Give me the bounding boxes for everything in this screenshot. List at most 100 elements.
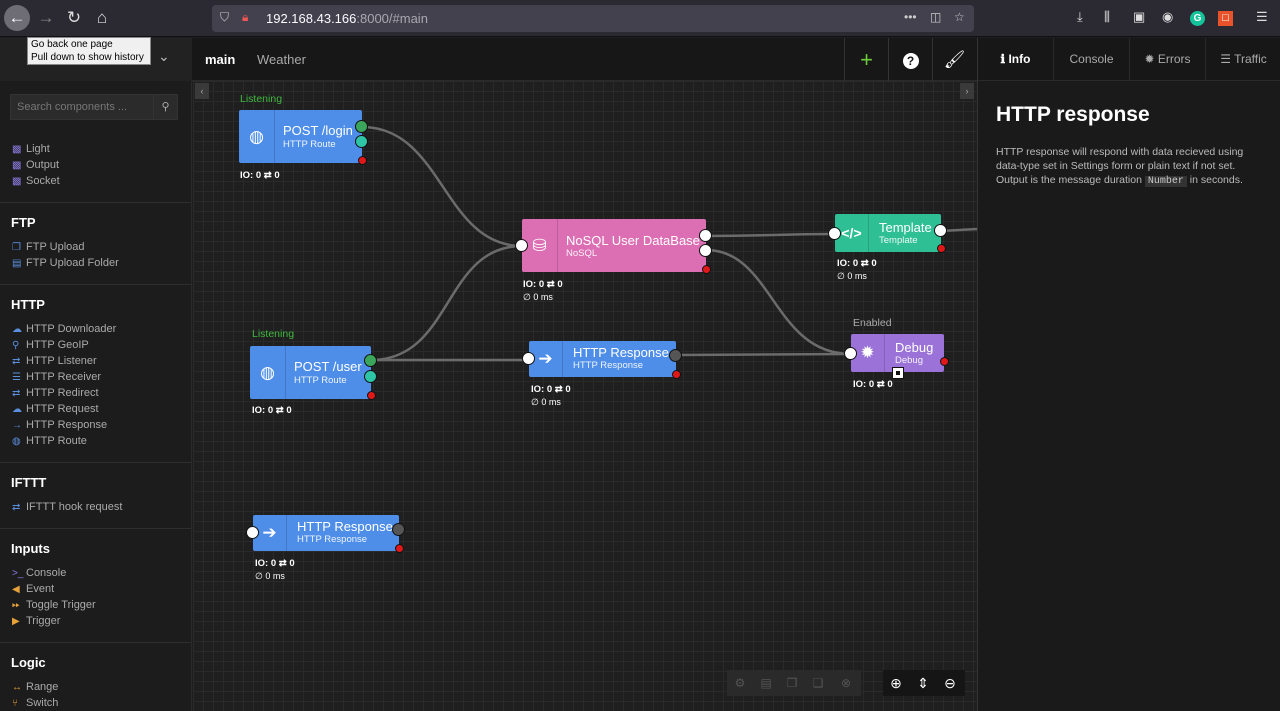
downloads-icon[interactable]: ⤓	[1077, 9, 1083, 25]
sidebar-item-label: Light	[26, 143, 50, 155]
sidebar-item-event[interactable]: ◀ Event	[12, 583, 54, 595]
sidebar-item-http-request[interactable]: ☁ HTTP Request	[12, 403, 99, 415]
sidebar-item-label: Trigger	[26, 615, 61, 627]
sidebar-item-ftp-upload[interactable]: ❐ FTP Upload	[12, 241, 85, 253]
search-icon[interactable]: ⚲	[153, 95, 177, 119]
tab-traffic[interactable]: ☰ Traffic	[1206, 38, 1280, 81]
clone-icon[interactable]: ❐	[779, 670, 805, 696]
url-bar[interactable]: ⛉ 🔒︎ 192.168.43.166:8000/#main ••• ◫ ☆	[212, 5, 974, 32]
zoom-toolbar: ⊕ ⇕ ⊖	[883, 670, 965, 696]
error-port[interactable]	[672, 370, 681, 379]
sidebar-item-output[interactable]: ▩ Output	[12, 159, 59, 171]
settings-icon[interactable]: ⚙	[727, 670, 753, 696]
node-http-response-2[interactable]: ➔ HTTP Response HTTP Response	[253, 515, 399, 551]
sidebar-item-switch[interactable]: ⑂ Switch	[12, 697, 58, 709]
sidebar-item-http-receiver[interactable]: ☰ HTTP Receiver	[12, 371, 101, 383]
bookmark-star-icon[interactable]: ☆	[954, 10, 965, 24]
node-io-stats: IO: 0 ⇄ 0	[853, 379, 893, 390]
error-port[interactable]	[702, 265, 711, 274]
node-template[interactable]: </> Template Template	[835, 214, 941, 252]
error-port[interactable]	[367, 391, 376, 400]
wire-user-to-nosql[interactable]	[370, 244, 523, 362]
sidebar-item-http-geoip[interactable]: ⚲ HTTP GeoIP	[12, 339, 89, 351]
node-post-user[interactable]: ◍ POST /user HTTP Route	[250, 346, 371, 399]
account-icon[interactable]: ◉	[1162, 9, 1173, 25]
error-port[interactable]	[937, 244, 946, 253]
more-actions-icon[interactable]: •••	[904, 10, 917, 24]
reload-button[interactable]: ↻	[61, 5, 87, 31]
output-port[interactable]	[364, 370, 377, 383]
grammarly-extension-icon[interactable]: G	[1190, 11, 1205, 26]
sidebar-item-socket[interactable]: ▩ Socket	[12, 175, 60, 187]
sidebar-item-ftp-upload-folder[interactable]: ▤ FTP Upload Folder	[12, 257, 119, 269]
zoom-in-icon[interactable]: ⊕	[883, 670, 909, 696]
delete-icon[interactable]: ⊗	[833, 670, 859, 696]
sidebar-item-range[interactable]: ↔ Range	[12, 681, 58, 693]
zoom-reset-icon[interactable]: ⇕	[910, 670, 936, 696]
url-text[interactable]: 192.168.43.166:8000/#main	[266, 11, 428, 26]
wire-nosql-to-template[interactable]	[705, 232, 836, 238]
chevron-down-icon[interactable]: ⌄	[158, 48, 170, 65]
tab-console[interactable]: Console	[1054, 38, 1130, 81]
wire-nosql-to-debug[interactable]	[705, 248, 852, 356]
wire-login-to-nosql[interactable]	[361, 125, 523, 248]
input-port[interactable]	[844, 347, 857, 360]
output-port[interactable]	[355, 135, 368, 148]
tab-info-label: Info	[1008, 52, 1031, 66]
wire-response-to-debug[interactable]	[675, 352, 852, 357]
node-subtitle: HTTP Route	[283, 139, 336, 150]
flow-canvas[interactable]: ‹ › Listening ◍ POST /login HTTP Route I…	[193, 81, 977, 711]
output-port[interactable]	[699, 229, 712, 242]
home-button[interactable]: ⌂	[89, 5, 115, 31]
input-port[interactable]	[246, 526, 259, 539]
fast-forward-icon: ⏩︎	[12, 600, 20, 611]
pocket-icon[interactable]: ◫	[930, 10, 941, 24]
sidebar-item-http-route[interactable]: ◍ HTTP Route	[12, 435, 87, 447]
sidebar-item-toggle-trigger[interactable]: ⏩︎ Toggle Trigger	[12, 599, 96, 611]
sidebar-item-trigger[interactable]: ▶ Trigger	[12, 615, 60, 627]
tab-errors[interactable]: ✹ Errors	[1130, 38, 1206, 81]
sidebar-item-http-listener[interactable]: ⇄ HTTP Listener	[12, 355, 97, 367]
back-button[interactable]: ←	[4, 5, 30, 31]
menu-icon[interactable]: ☰	[1256, 9, 1268, 25]
input-port[interactable]	[828, 227, 841, 240]
sidebar-item-light[interactable]: ▩ Light	[12, 143, 50, 155]
theme-brush-button[interactable]: 🖌︎	[932, 38, 976, 81]
shield-icon[interactable]: ⛉	[220, 10, 229, 25]
sidebar-item-http-redirect[interactable]: ⇄ HTTP Redirect	[12, 387, 99, 399]
insecure-lock-icon[interactable]: 🔒︎	[242, 10, 248, 25]
output-port[interactable]	[355, 120, 368, 133]
node-io-stats: IO: 0 ⇄ 0	[531, 384, 571, 395]
tab-main[interactable]: main	[205, 52, 235, 67]
copy-icon[interactable]: ❏	[805, 670, 831, 696]
zoom-out-icon[interactable]: ⊖	[937, 670, 963, 696]
extension-icon[interactable]: ☐	[1218, 11, 1233, 26]
tab-info[interactable]: ℹ︎ Info	[978, 38, 1054, 81]
debug-toggle-button[interactable]	[892, 367, 904, 379]
sidebar-item-http-downloader[interactable]: ☁ HTTP Downloader	[12, 323, 116, 335]
input-port[interactable]	[515, 239, 528, 252]
help-button[interactable]: ?	[888, 38, 932, 81]
node-nosql-user-database[interactable]: ⛁ NoSQL User DataBase NoSQL	[522, 219, 706, 272]
error-port[interactable]	[395, 544, 404, 553]
add-tab-button[interactable]: +	[844, 38, 888, 81]
sidebar-item-http-response[interactable]: → HTTP Response	[12, 419, 107, 431]
input-port[interactable]	[522, 352, 535, 365]
sidebar-item-console[interactable]: >_ Console	[12, 567, 66, 579]
output-port[interactable]	[669, 349, 682, 362]
sidebar-item-ifttt-hook-request[interactable]: ⇄ IFTTT hook request	[12, 501, 122, 513]
forward-button[interactable]: →	[33, 5, 59, 31]
sidebar-icon[interactable]: ▣	[1133, 9, 1145, 25]
file-icon[interactable]: ▤	[753, 670, 779, 696]
output-port[interactable]	[699, 244, 712, 257]
tab-weather[interactable]: Weather	[257, 52, 306, 67]
search-input[interactable]	[11, 95, 153, 119]
node-post-login[interactable]: ◍ POST /login HTTP Route	[239, 110, 362, 163]
output-port[interactable]	[364, 354, 377, 367]
error-port[interactable]	[940, 357, 949, 366]
library-icon[interactable]: ⫼	[1104, 9, 1110, 25]
output-port[interactable]	[934, 224, 947, 237]
output-port[interactable]	[392, 523, 405, 536]
node-http-response[interactable]: ➔ HTTP Response HTTP Response	[529, 341, 676, 377]
error-port[interactable]	[358, 156, 367, 165]
